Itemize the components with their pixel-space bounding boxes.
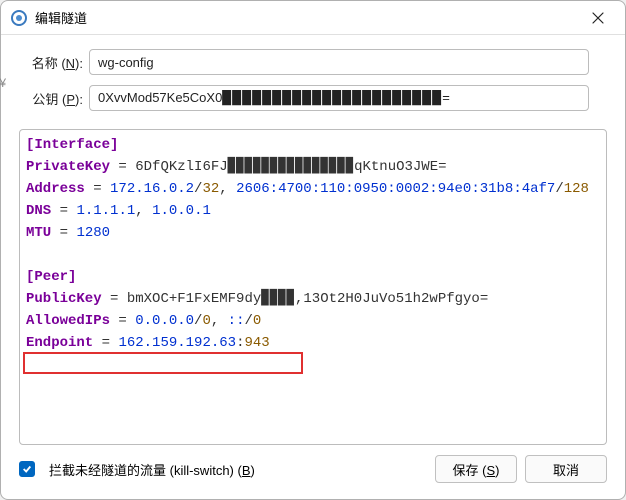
config-textarea[interactable]: [Interface] PrivateKey = 6DfQKzlI6FJ▉▉▉▉…	[19, 129, 607, 445]
save-button[interactable]: 保存 (S)	[435, 455, 517, 483]
close-button[interactable]	[575, 1, 621, 35]
side-label: P¥	[0, 76, 6, 90]
window-title: 编辑隧道	[35, 8, 87, 27]
footer: 拦截未经隧道的流量 (kill-switch) (B) 保存 (S) 取消	[1, 445, 625, 493]
app-icon	[11, 10, 27, 26]
edit-tunnel-dialog: 编辑隧道 P¥ 名称 (N): 公钥 (P): [Interface] Priv…	[0, 0, 626, 500]
kill-switch-label: 拦截未经隧道的流量 (kill-switch) (B)	[49, 460, 255, 479]
check-icon	[22, 464, 32, 474]
cancel-button[interactable]: 取消	[525, 455, 607, 483]
kill-switch-checkbox[interactable]	[19, 461, 35, 477]
form-area: 名称 (N): 公钥 (P):	[1, 35, 625, 129]
pubkey-input[interactable]	[89, 85, 589, 111]
pubkey-label: 公钥 (P):	[1, 89, 89, 108]
name-label: 名称 (N):	[1, 53, 89, 72]
close-icon	[592, 12, 604, 24]
highlight-box	[23, 352, 303, 374]
titlebar: 编辑隧道	[1, 1, 625, 35]
name-input[interactable]	[89, 49, 589, 75]
